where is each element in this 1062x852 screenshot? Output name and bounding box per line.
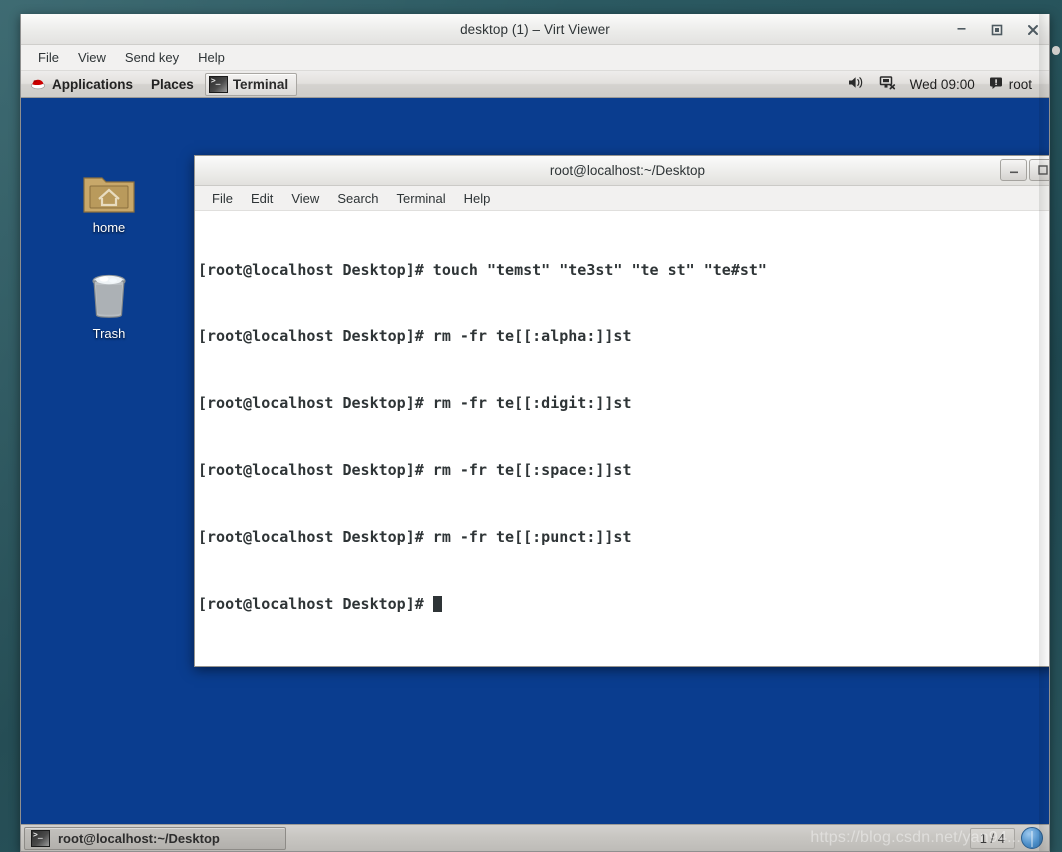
- terminal-minimize-icon[interactable]: [1000, 159, 1027, 181]
- terminal-window: root@localhost:~/Desktop File Edit View …: [194, 155, 1049, 667]
- taskbar-window-label: root@localhost:~/Desktop: [58, 830, 220, 846]
- terminal-icon: [31, 829, 50, 847]
- terminal-menubar: File Edit View Search Terminal Help: [195, 186, 1049, 211]
- window-controls: [951, 14, 1043, 45]
- terminal-menu-edit[interactable]: Edit: [243, 189, 281, 208]
- messages-icon: [989, 76, 1004, 93]
- terminal-line: [root@localhost Desktop]# touch "temst" …: [198, 260, 767, 279]
- virt-viewer-window: desktop (1) – Virt Viewer File View Send…: [20, 14, 1050, 852]
- desktop-icon-home-label: home: [92, 220, 126, 235]
- guest-display: Applications Places Terminal: [21, 71, 1049, 851]
- desktop-icon-trash[interactable]: Trash: [63, 269, 155, 341]
- terminal-titlebar[interactable]: root@localhost:~/Desktop: [195, 156, 1049, 186]
- home-folder-icon: [82, 169, 136, 215]
- terminal-icon: [208, 75, 228, 93]
- terminal-line: [root@localhost Desktop]# rm -fr te[[:al…: [198, 327, 632, 346]
- terminal-lines: [root@localhost Desktop]# touch "temst" …: [198, 214, 1049, 660]
- terminal-menu-help[interactable]: Help: [456, 189, 499, 208]
- taskbar-window-button[interactable]: root@localhost:~/Desktop: [24, 826, 286, 850]
- desktop-icon-trash-label: Trash: [92, 326, 126, 341]
- terminal-line: [root@localhost Desktop]# rm -fr te[[:sp…: [198, 461, 632, 480]
- terminal-prompt: [root@localhost Desktop]#: [198, 595, 433, 614]
- show-desktop-icon[interactable]: [1021, 827, 1043, 849]
- terminal-menu-search[interactable]: Search: [329, 189, 386, 208]
- user-label: root: [1008, 76, 1032, 92]
- virt-viewer-menubar: File View Send key Help: [21, 45, 1049, 71]
- panel-tray-group: Wed 09:00 root: [841, 71, 1049, 97]
- menu-file[interactable]: File: [30, 47, 67, 68]
- terminal-title: root@localhost:~/Desktop: [549, 163, 706, 178]
- network-tray[interactable]: [872, 71, 903, 97]
- terminal-prompt-line: [root@localhost Desktop]#: [198, 593, 1049, 615]
- window-title: desktop (1) – Virt Viewer: [460, 21, 610, 37]
- clock-label: Wed 09:00: [909, 76, 975, 92]
- minimize-icon[interactable]: [951, 20, 971, 40]
- virt-viewer-titlebar[interactable]: desktop (1) – Virt Viewer: [21, 14, 1049, 45]
- menu-view[interactable]: View: [70, 47, 114, 68]
- terminal-line: [root@localhost Desktop]# rm -fr te[[:di…: [198, 394, 632, 413]
- scrollbar-nub[interactable]: [1052, 46, 1060, 55]
- gnome-bottom-taskbar: root@localhost:~/Desktop 1 / 4: [21, 824, 1049, 851]
- menu-send-key[interactable]: Send key: [117, 47, 187, 68]
- panel-window-terminal[interactable]: Terminal: [204, 72, 298, 96]
- close-icon[interactable]: [1023, 20, 1043, 40]
- applications-label: Applications: [52, 76, 134, 92]
- applications-menu[interactable]: Applications: [21, 71, 142, 97]
- terminal-menu-terminal[interactable]: Terminal: [389, 189, 454, 208]
- network-disconnected-icon: [879, 75, 896, 93]
- volume-tray[interactable]: [841, 71, 872, 97]
- terminal-menu-file[interactable]: File: [204, 189, 241, 208]
- terminal-maximize-icon[interactable]: [1029, 159, 1049, 181]
- clock[interactable]: Wed 09:00: [903, 71, 982, 97]
- volume-icon: [848, 75, 865, 93]
- terminal-cursor: [432, 596, 442, 613]
- desktop-icon-home[interactable]: home: [63, 169, 155, 235]
- taskbar-right-group: 1 / 4: [969, 827, 1049, 849]
- terminal-line: [root@localhost Desktop]# rm -fr te[[:pu…: [198, 528, 632, 547]
- user-menu[interactable]: root: [982, 71, 1039, 97]
- terminal-output-area[interactable]: [root@localhost Desktop]# touch "temst" …: [195, 211, 1049, 666]
- panel-left-group: Applications Places Terminal: [21, 71, 298, 97]
- maximize-icon[interactable]: [987, 20, 1007, 40]
- terminal-window-controls: [1000, 159, 1049, 181]
- places-menu[interactable]: Places: [142, 71, 203, 97]
- panel-window-terminal-label: Terminal: [232, 76, 289, 92]
- menu-help[interactable]: Help: [190, 47, 233, 68]
- terminal-menu-view[interactable]: View: [283, 189, 327, 208]
- places-label: Places: [151, 76, 194, 92]
- trash-icon: [84, 269, 134, 321]
- gnome-top-panel: Applications Places Terminal: [21, 71, 1049, 98]
- workspace-switcher[interactable]: 1 / 4: [969, 827, 1015, 849]
- redhat-logo-icon: [30, 76, 46, 92]
